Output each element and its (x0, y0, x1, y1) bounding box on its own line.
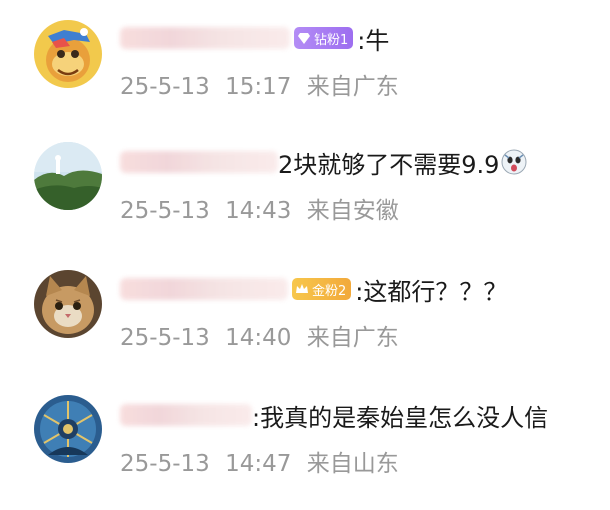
comment-location: 来自广东 (306, 325, 399, 351)
comment-date: 25-5-13 (120, 451, 210, 477)
cat-avatar-icon (34, 270, 102, 338)
comment-time: 14:40 (225, 325, 292, 351)
blurred-username[interactable] (120, 151, 278, 173)
cartoon-avatar-icon (34, 20, 102, 88)
landscape-avatar-icon (34, 142, 102, 210)
user-avatar[interactable] (34, 270, 102, 338)
badge-label: 钻粉1 (314, 32, 349, 48)
fan-badge: 钻粉1 (294, 27, 354, 49)
comment-meta: 25-5-13 14:47 来自山东 (120, 444, 399, 478)
abstract-avatar-icon (34, 395, 102, 463)
comment-text: :牛 (357, 26, 390, 55)
comment-location: 来自广东 (306, 74, 399, 100)
diamond-icon (297, 31, 311, 45)
comment-item: 钻粉1 :牛 25-5-13 15:17 来自广东 (0, 0, 610, 125)
comment-text: :我真的是秦始皇怎么没人信 (252, 403, 549, 432)
comment-location: 来自安徽 (306, 198, 399, 224)
comment-date: 25-5-13 (120, 198, 210, 224)
crown-icon (295, 282, 309, 296)
comment-time: 15:17 (225, 74, 292, 100)
user-avatar[interactable] (34, 20, 102, 88)
blurred-username[interactable] (120, 27, 290, 49)
comment-text: 2块就够了不需要9.9 (278, 150, 500, 179)
user-avatar[interactable] (34, 142, 102, 210)
comment-meta: 25-5-13 14:43 来自安徽 (120, 191, 399, 225)
blurred-username[interactable] (120, 278, 288, 300)
comment-date: 25-5-13 (120, 74, 210, 100)
comment-text: :这都行？？？ (355, 277, 508, 306)
comment-date: 25-5-13 (120, 325, 210, 351)
comment-item: 金粉2 :这都行？？？ 25-5-13 14:40 来自广东 (0, 250, 610, 375)
shocked-face-icon (501, 149, 527, 175)
comment-item: 2块就够了不需要9.9 25-5-13 14:43 来自安徽 (0, 125, 610, 250)
comment-time: 14:47 (225, 451, 292, 477)
comment-meta: 25-5-13 14:40 来自广东 (120, 318, 399, 352)
user-avatar[interactable] (34, 395, 102, 463)
comment-location: 来自山东 (306, 451, 399, 477)
comment-meta: 25-5-13 15:17 来自广东 (120, 67, 399, 101)
badge-label: 金粉2 (312, 283, 347, 299)
comment-time: 14:43 (225, 198, 292, 224)
comment-item: :我真的是秦始皇怎么没人信 25-5-13 14:47 来自山东 (0, 375, 610, 500)
fan-badge: 金粉2 (292, 278, 352, 300)
blurred-username[interactable] (120, 404, 252, 426)
